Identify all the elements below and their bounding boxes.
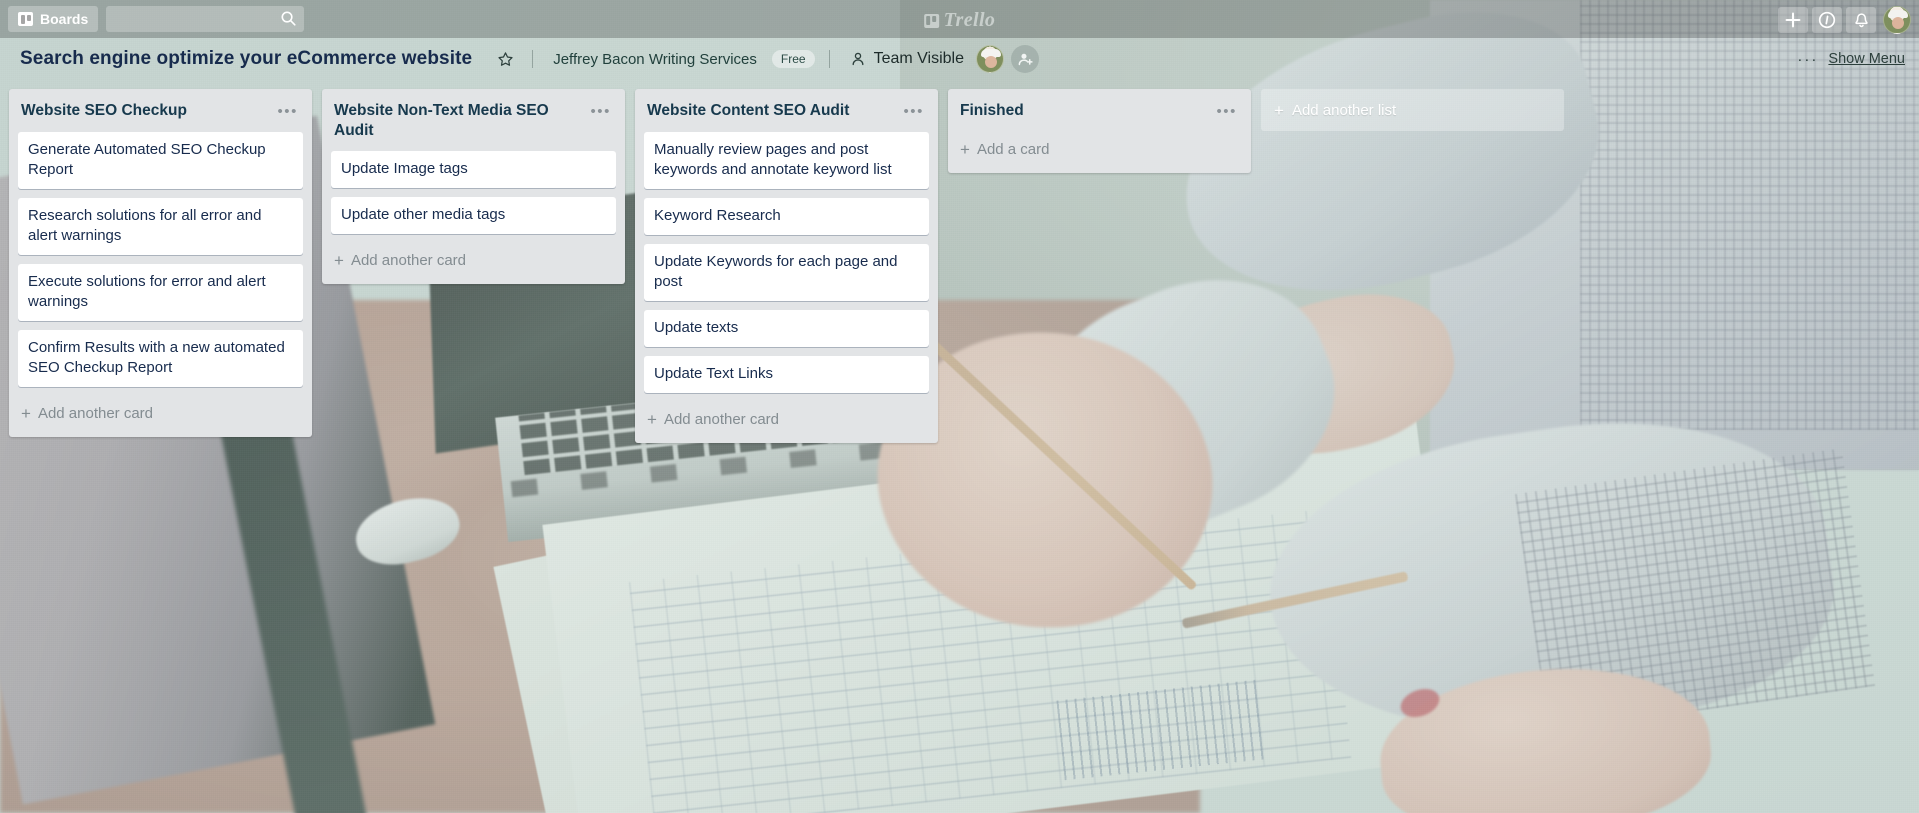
plus-icon: + (1274, 100, 1284, 120)
card[interactable]: Update other media tags (331, 196, 616, 234)
board-header-bar: Search engine optimize your eCommerce we… (0, 38, 1919, 80)
bell-icon (1854, 12, 1868, 27)
add-member-icon (1018, 53, 1033, 65)
star-board-button[interactable] (492, 46, 518, 72)
board-menu-dots-icon: ··· (1797, 50, 1819, 68)
card-container: Manually review pages and post keywords … (635, 132, 938, 393)
information-button[interactable] (1812, 7, 1842, 33)
add-card-label: Add another card (350, 251, 467, 269)
list-website-seo-checkup[interactable]: Website SEO Checkup ••• Generate Automat… (9, 89, 312, 437)
card-container: Update Image tags Update other media tag… (322, 150, 625, 234)
add-card-label: Add another card (663, 410, 780, 428)
add-card-label: Add a card (976, 141, 1050, 158)
add-card-button[interactable]: + Add another card (322, 243, 625, 280)
list-menu-icon[interactable]: ••• (273, 101, 302, 122)
card[interactable]: Manually review pages and post keywords … (644, 132, 929, 189)
add-card-label: Add another card (37, 404, 154, 422)
add-another-list-button[interactable]: + Add another list (1261, 89, 1564, 131)
search-input[interactable] (106, 6, 305, 32)
trello-logo[interactable]: Trello (923, 9, 996, 32)
list-header[interactable]: Finished ••• (948, 89, 1251, 132)
team-name-link[interactable]: Jeffrey Bacon Writing Services (547, 48, 763, 71)
info-circle-icon (1818, 11, 1836, 29)
list-website-non-text-media-seo-audit[interactable]: Website Non-Text Media SEO Audit ••• Upd… (322, 89, 625, 284)
boards-icon (18, 12, 33, 26)
card[interactable]: Update Text Links (644, 355, 929, 393)
list-website-content-seo-audit[interactable]: Website Content SEO Audit ••• Manually r… (635, 89, 938, 443)
user-avatar[interactable] (1883, 6, 1911, 34)
list-finished[interactable]: Finished ••• + Add a card (948, 89, 1251, 173)
card[interactable]: Keyword Research (644, 197, 929, 235)
show-menu-button[interactable]: ··· Show Menu (1797, 51, 1905, 68)
boards-button[interactable]: Boards (8, 6, 99, 32)
member-avatar[interactable] (976, 45, 1005, 73)
notifications-button[interactable] (1846, 7, 1876, 33)
team-visible-icon (852, 52, 864, 66)
card[interactable]: Execute solutions for error and alert wa… (18, 263, 303, 321)
boards-button-label: Boards (40, 11, 89, 27)
header-divider (828, 50, 830, 68)
plus-icon: + (334, 250, 344, 270)
star-outline-icon (498, 51, 513, 66)
list-title[interactable]: Website Non-Text Media SEO Audit (334, 101, 559, 141)
plus-icon: + (21, 403, 31, 423)
list-title[interactable]: Website Content SEO Audit (647, 101, 849, 121)
list-menu-icon[interactable]: ••• (899, 101, 928, 122)
add-card-button[interactable]: + Add another card (635, 402, 938, 439)
board-visibility-label: Team Visible (873, 50, 965, 67)
list-header[interactable]: Website SEO Checkup ••• (9, 89, 312, 132)
trello-logo-text: Trello (943, 9, 996, 31)
add-another-list-label: Add another list (1291, 101, 1397, 119)
plus-icon: + (960, 140, 970, 159)
plus-icon (1785, 12, 1801, 28)
list-menu-icon[interactable]: ••• (586, 101, 615, 122)
list-header[interactable]: Website Non-Text Media SEO Audit ••• (322, 89, 625, 151)
list-menu-icon[interactable]: ••• (1212, 101, 1241, 122)
top-nav-right-actions (1778, 6, 1911, 34)
card[interactable]: Confirm Results with a new automated SEO… (18, 329, 303, 387)
card[interactable]: Update Image tags (331, 150, 616, 188)
list-header[interactable]: Website Content SEO Audit ••• (635, 89, 938, 132)
plan-badge[interactable]: Free (771, 50, 815, 68)
add-card-button[interactable]: + Add a card (948, 132, 1251, 169)
add-member-button[interactable] (1011, 45, 1040, 73)
card[interactable]: Update Keywords for each page and post (644, 243, 929, 301)
card[interactable]: Generate Automated SEO Checkup Report (18, 132, 303, 189)
search-field-wrapper (106, 6, 305, 32)
card[interactable]: Update texts (644, 309, 929, 347)
list-title[interactable]: Finished (960, 101, 1024, 121)
plus-icon: + (647, 409, 657, 429)
card[interactable]: Research solutions for all error and ale… (18, 197, 303, 255)
header-divider (532, 50, 534, 68)
board-title[interactable]: Search engine optimize your eCommerce we… (14, 46, 478, 72)
trello-board-icon (923, 13, 939, 28)
board-canvas[interactable]: Website SEO Checkup ••• Generate Automat… (0, 80, 1919, 813)
card-container: Generate Automated SEO Checkup Report Re… (9, 132, 312, 387)
top-navigation-bar: Boards Trello (0, 0, 1919, 38)
show-menu-label: Show Menu (1828, 51, 1905, 67)
board-visibility-button[interactable]: Team Visible (844, 47, 970, 71)
add-button[interactable] (1778, 7, 1808, 33)
list-title[interactable]: Website SEO Checkup (21, 101, 187, 121)
add-card-button[interactable]: + Add another card (9, 396, 312, 433)
